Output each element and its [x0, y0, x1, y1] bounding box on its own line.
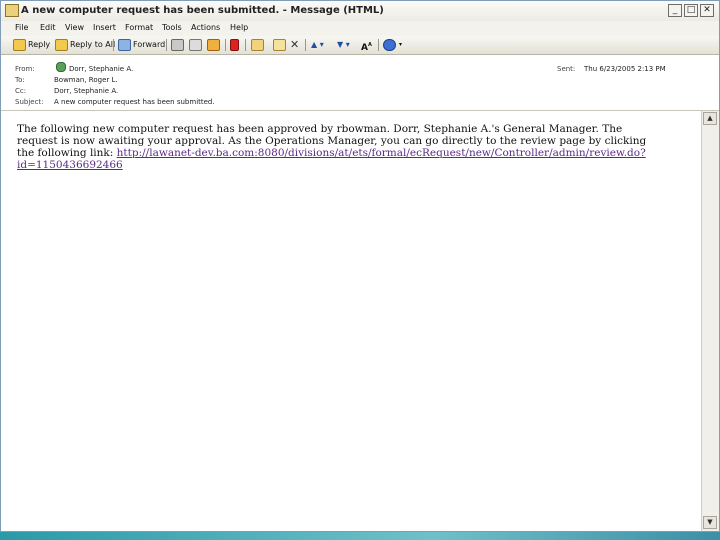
menu-actions[interactable]: Actions	[191, 23, 220, 32]
forward-label: Forward	[133, 40, 166, 49]
menu-file[interactable]: File	[15, 23, 28, 32]
save-icon	[189, 38, 202, 51]
flag-button[interactable]	[230, 38, 241, 52]
toolbar-separator	[245, 39, 246, 51]
sent-label: Sent:	[557, 65, 576, 73]
categorize-icon	[273, 38, 286, 51]
overflow-chevron-icon: ▾	[399, 41, 403, 48]
from-value[interactable]: Dorr, Stephanie A.	[69, 65, 133, 73]
font-size-button[interactable]: AA	[361, 38, 372, 53]
menu-view[interactable]: View	[65, 23, 84, 32]
reply-icon	[13, 38, 26, 51]
scroll-up-button[interactable]: ▲	[703, 112, 717, 125]
flag-icon	[230, 38, 239, 51]
cc-value[interactable]: Dorr, Stephanie A.	[54, 87, 118, 95]
window-title: A new computer request has been submitte…	[21, 5, 384, 16]
to-value[interactable]: Bowman, Roger L.	[54, 76, 118, 84]
delete-icon: ✕	[290, 38, 300, 51]
arrow-up-icon: ▲	[707, 114, 713, 122]
envelope-icon	[5, 4, 19, 17]
menu-bar: File Edit View Insert Format Tools Actio…	[1, 21, 719, 37]
toolbar-separator	[166, 39, 167, 51]
menu-insert[interactable]: Insert	[93, 23, 116, 32]
toolbar-separator	[113, 39, 114, 51]
message-body[interactable]: The following new computer request has b…	[1, 111, 701, 531]
subject-label: Subject:	[15, 98, 44, 106]
message-body-text: The following new computer request has b…	[17, 123, 661, 171]
font-size-icon: AA	[361, 42, 372, 53]
forward-icon	[118, 38, 131, 51]
delete-button[interactable]: ✕	[290, 38, 299, 52]
toolbar-separator	[378, 39, 379, 51]
toolbar-separator	[305, 39, 306, 51]
toolbar: Reply Reply to All Forward ✕ ▲ ▾ ▼ ▾ AA …	[1, 36, 719, 55]
scroll-down-button[interactable]: ▼	[703, 516, 717, 529]
reply-all-icon	[55, 38, 68, 51]
arrow-down-icon: ▼	[707, 518, 713, 526]
reply-button[interactable]: Reply	[13, 38, 50, 52]
open-folder-button[interactable]	[251, 38, 266, 52]
sent-value: Thu 6/23/2005 2:13 PM	[584, 65, 666, 73]
help-icon	[383, 38, 396, 51]
help-button[interactable]	[383, 38, 398, 52]
vertical-scrollbar[interactable]: ▲ ▼	[701, 111, 719, 531]
menu-edit[interactable]: Edit	[40, 23, 56, 32]
reply-label: Reply	[28, 40, 51, 49]
categories-button[interactable]	[273, 38, 288, 52]
folder-move-icon	[207, 38, 220, 51]
taskbar-strip	[0, 532, 720, 540]
maximize-button[interactable]: □	[684, 4, 698, 17]
contact-icon	[56, 62, 66, 72]
move-to-folder-button[interactable]	[207, 38, 222, 52]
toolbar-separator	[225, 39, 226, 51]
reply-all-label: Reply to All	[70, 40, 116, 49]
previous-item-icon[interactable]: ▲ ▾	[311, 40, 324, 49]
close-button[interactable]: ✕	[700, 4, 714, 17]
message-header: From: Dorr, Stephanie A. To: Bowman, Rog…	[1, 55, 719, 111]
minimize-button[interactable]: _	[668, 4, 682, 17]
to-label: To:	[15, 76, 25, 84]
from-label: From:	[15, 65, 35, 73]
cc-label: Cc:	[15, 87, 27, 95]
reply-all-button[interactable]: Reply to All	[55, 38, 115, 52]
printer-icon	[171, 38, 184, 51]
menu-help[interactable]: Help	[230, 23, 248, 32]
toolbar-options-button[interactable]: ▾	[399, 38, 402, 52]
menu-format[interactable]: Format	[125, 23, 153, 32]
folder-icon	[251, 38, 264, 51]
forward-button[interactable]: Forward	[118, 38, 165, 52]
message-window: A new computer request has been submitte…	[0, 0, 720, 532]
save-button[interactable]	[189, 38, 204, 52]
title-bar[interactable]: A new computer request has been submitte…	[1, 1, 719, 22]
print-button[interactable]	[171, 38, 186, 52]
next-item-icon[interactable]: ▼ ▾	[337, 40, 350, 49]
subject-value: A new computer request has been submitte…	[54, 98, 215, 106]
menu-tools[interactable]: Tools	[162, 23, 182, 32]
